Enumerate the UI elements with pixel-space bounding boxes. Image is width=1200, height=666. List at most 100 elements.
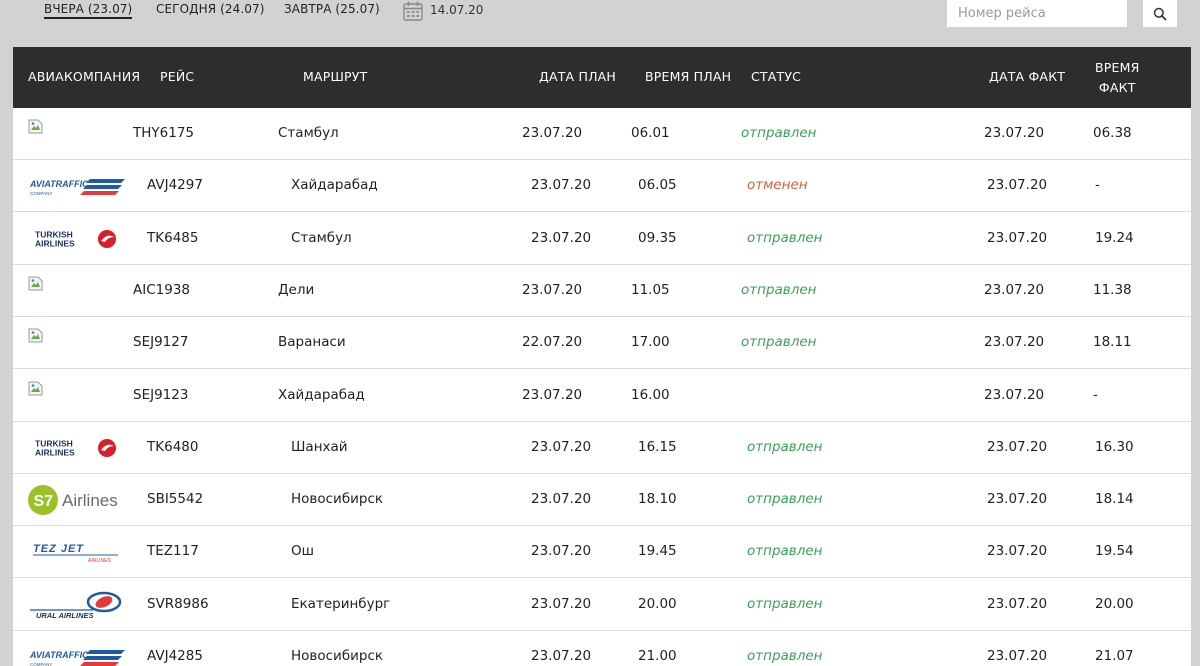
flight-status: отправлен — [741, 334, 817, 351]
search-button[interactable] — [1143, 0, 1177, 27]
date-fact: 23.07.20 — [984, 386, 1045, 403]
date-plan: 23.07.20 — [531, 438, 592, 455]
date-plan: 23.07.20 — [531, 491, 592, 508]
turkish-airlines-logo: TURKISH AIRLINES — [35, 213, 119, 265]
table-row[interactable]: TURKISH AIRLINES TK6485 Стамбул 23.07.20… — [13, 213, 1191, 265]
date-fact: 23.07.20 — [987, 438, 1048, 455]
svg-text:Airlines: Airlines — [62, 491, 118, 510]
s7-airlines-logo: S7 Airlines — [28, 474, 126, 526]
table-row[interactable]: URAL AIRLINES SVR8986 Екатеринбург 23.07… — [13, 579, 1191, 631]
table-row[interactable]: TEZ JET AIRLINES TEZ117 Ош 23.07.20 19.4… — [13, 526, 1191, 579]
aviatraffic-logo: AVIATRAFFIC COMPANY — [30, 631, 125, 666]
time-plan: 21.00 — [638, 648, 677, 664]
flight-status: отправлен — [741, 125, 817, 141]
time-fact: 20.00 — [1095, 595, 1134, 612]
broken-image-icon — [28, 276, 43, 291]
tab-yesterday[interactable]: ВЧЕРА (23.07) — [44, 2, 133, 19]
svg-text:AIRLINES: AIRLINES — [88, 558, 111, 563]
svg-text:TEZ JET: TEZ JET — [33, 543, 84, 555]
date-fact: 23.07.20 — [987, 229, 1048, 246]
flight-number: SBI5542 — [147, 491, 204, 508]
date-fact: 23.07.20 — [984, 125, 1045, 141]
time-fact: - — [1095, 177, 1100, 194]
flight-number-search-input[interactable] — [947, 0, 1127, 27]
date-plan: 23.07.20 — [531, 177, 592, 194]
route: Ош — [291, 543, 314, 560]
time-fact: 06.38 — [1093, 125, 1132, 141]
time-fact: 11.38 — [1093, 281, 1132, 298]
flight-status: отправлен — [747, 648, 823, 664]
flight-status: отменен — [747, 177, 808, 194]
date-plan: 23.07.20 — [522, 125, 583, 141]
time-plan: 17.00 — [631, 334, 670, 351]
svg-text:S7: S7 — [34, 493, 54, 510]
calendar-icon[interactable] — [402, 0, 424, 22]
time-fact: 19.54 — [1095, 543, 1134, 560]
tab-today[interactable]: СЕГОДНЯ (24.07) — [156, 2, 265, 16]
time-fact: 18.14 — [1095, 491, 1134, 508]
time-fact: 19.24 — [1095, 229, 1134, 246]
tez-jet-logo: TEZ JET AIRLINES — [33, 526, 121, 578]
flight-status: отправлен — [747, 543, 823, 560]
table-row[interactable]: AVIATRAFFIC COMPANY AVJ4297 Хайдарабад 2… — [13, 160, 1191, 213]
route: Хайдарабад — [291, 177, 378, 194]
date-fact: 23.07.20 — [987, 543, 1048, 560]
table-row[interactable]: AIC1938 Дели 23.07.20 11.05 отправлен 23… — [13, 265, 1191, 317]
svg-text:COMPANY: COMPANY — [30, 662, 52, 666]
turkish-airlines-logo: TURKISH AIRLINES — [35, 422, 119, 474]
tab-tomorrow[interactable]: ЗАВТРА (25.07) — [284, 2, 380, 16]
date-plan: 23.07.20 — [531, 229, 592, 246]
route: Новосибирск — [291, 648, 384, 664]
svg-text:AVIATRAFFIC: AVIATRAFFIC — [30, 650, 89, 660]
table-row[interactable]: S7 Airlines SBI5542 Новосибирск 23.07.20… — [13, 474, 1191, 527]
time-plan: 16.00 — [631, 386, 670, 403]
aviatraffic-logo: AVIATRAFFIC COMPANY — [30, 160, 125, 212]
column-header-flight: РЕЙС — [160, 69, 195, 84]
flight-number: THY6175 — [133, 125, 195, 141]
flight-number: TEZ117 — [147, 543, 199, 560]
date-plan: 23.07.20 — [531, 543, 592, 560]
flight-number: AIC1938 — [133, 281, 190, 298]
date-fact: 23.07.20 — [984, 334, 1045, 351]
top-bar: ВЧЕРА (23.07) СЕГОДНЯ (24.07) ЗАВТРА (25… — [0, 0, 1200, 47]
route: Стамбул — [278, 125, 339, 141]
route: Новосибирск — [291, 491, 384, 508]
table-row[interactable]: SEJ9123 Хайдарабад 23.07.20 16.00 23.07.… — [13, 370, 1191, 422]
route: Стамбул — [291, 229, 352, 246]
selected-date[interactable]: 14.07.20 — [430, 3, 483, 17]
route: Хайдарабад — [278, 386, 365, 403]
date-plan: 23.07.20 — [522, 281, 583, 298]
column-header-time-fact-line1: ВРЕМЯ — [1095, 60, 1140, 75]
column-header-time-fact: ВРЕМЯ ФАКТ — [1095, 58, 1139, 98]
date-fact: 23.07.20 — [987, 491, 1048, 508]
time-fact: 21.07 — [1095, 648, 1134, 664]
svg-text:URAL AIRLINES: URAL AIRLINES — [36, 611, 94, 620]
time-fact: - — [1093, 386, 1098, 403]
date-plan: 22.07.20 — [522, 334, 583, 351]
table-header: АВИАКОМПАНИЯ РЕЙС МАРШРУТ ДАТА ПЛАН ВРЕМ… — [13, 47, 1191, 108]
table-row[interactable]: AVIATRAFFIC COMPANY AVJ4285 Новосибирск … — [13, 631, 1191, 666]
date-fact: 23.07.20 — [984, 281, 1045, 298]
flight-status: отправлен — [747, 438, 823, 455]
flight-number: SEJ9123 — [133, 386, 189, 403]
flight-status: отправлен — [741, 281, 817, 298]
table-row[interactable]: TURKISH AIRLINES TK6480 Шанхай 23.07.20 … — [13, 422, 1191, 474]
flight-number: AVJ4297 — [147, 177, 203, 194]
time-fact: 18.11 — [1093, 334, 1132, 351]
time-fact: 16.30 — [1095, 438, 1134, 455]
route: Варанаси — [278, 334, 346, 351]
date-fact: 23.07.20 — [987, 177, 1048, 194]
column-header-status: СТАТУС — [751, 69, 802, 84]
table-row[interactable]: THY6175 Стамбул 23.07.20 06.01 отправлен… — [13, 108, 1191, 160]
svg-text:AIRLINES: AIRLINES — [35, 238, 75, 248]
date-plan: 23.07.20 — [531, 595, 592, 612]
time-plan: 06.01 — [631, 125, 670, 141]
column-header-time-fact-line2: ФАКТ — [1098, 80, 1136, 95]
table-row[interactable]: SEJ9127 Варанаси 22.07.20 17.00 отправле… — [13, 317, 1191, 370]
flight-number: AVJ4285 — [147, 648, 203, 664]
time-plan: 16.15 — [638, 438, 677, 455]
time-plan: 19.45 — [638, 543, 677, 560]
flight-number: SVR8986 — [147, 595, 209, 612]
column-header-date-fact: ДАТА ФАКТ — [989, 69, 1066, 84]
time-plan: 20.00 — [638, 595, 677, 612]
